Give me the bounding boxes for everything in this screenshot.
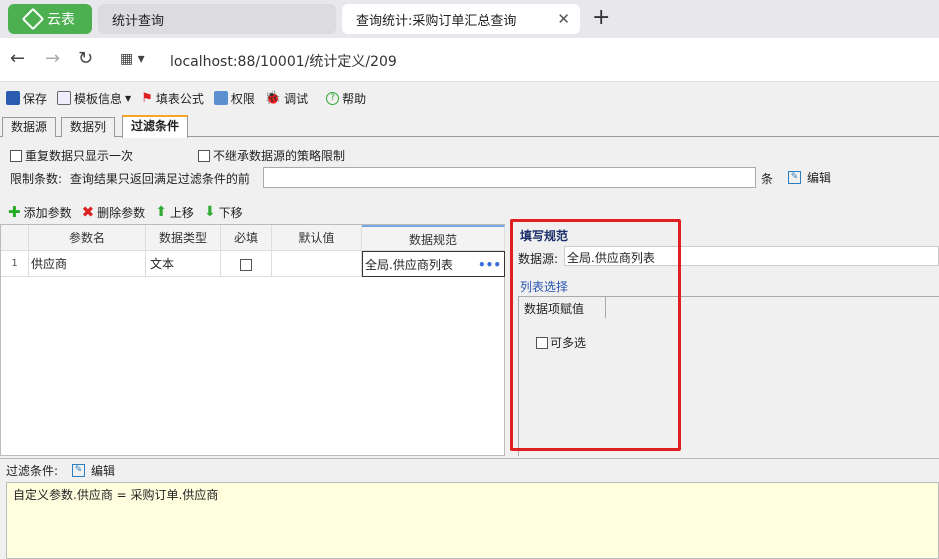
new-tab-button[interactable]: + — [592, 5, 610, 30]
reload-icon[interactable]: ↻ — [78, 48, 93, 69]
cell-required[interactable] — [221, 251, 272, 277]
formula-label: 填表公式 — [155, 91, 204, 106]
arrow-up-icon: ⬆ — [155, 204, 167, 220]
tab-filter[interactable]: 过滤条件 — [122, 115, 189, 138]
browser-tab-stats-query[interactable]: 统计查询 — [98, 4, 336, 34]
limit-unit: 条 — [761, 172, 774, 186]
limit-edit-label: 编辑 — [807, 171, 832, 185]
filter-header: 过滤条件: ✎ 编辑 — [0, 458, 939, 482]
col-header-type[interactable]: 数据类型 — [146, 225, 221, 251]
no-inherit-label: 不继承数据源的策略限制 — [213, 149, 346, 163]
data-spec-value: 全局.供应商列表 — [365, 258, 453, 272]
move-down-button[interactable]: ⬇ 下移 — [204, 204, 243, 221]
app-logo-icon — [21, 7, 45, 31]
template-icon — [57, 91, 72, 105]
help-icon: ? — [326, 91, 340, 105]
help-label: 帮助 — [342, 91, 367, 106]
col-header-default[interactable]: 默认值 — [272, 225, 362, 251]
limit-label-text: 限制条数: — [10, 172, 63, 186]
show-once-option[interactable]: 重复数据只显示一次 — [10, 147, 133, 164]
cell-data-spec[interactable]: 全局.供应商列表 ••• — [362, 251, 505, 277]
edit-icon: ✎ — [72, 464, 86, 477]
limit-label: 限制条数: 查询结果只返回满足过滤条件的前 — [10, 170, 250, 187]
col-header-spec[interactable]: 数据规范 — [362, 225, 505, 251]
save-label: 保存 — [23, 91, 48, 106]
filter-edit-button[interactable]: ✎ 编辑 — [72, 462, 115, 479]
move-up-button[interactable]: ⬆ 上移 — [155, 204, 194, 221]
app-button-label: 云表 — [47, 12, 75, 28]
limit-edit-button[interactable]: ✎ 编辑 — [788, 169, 831, 186]
bug-icon: 🐞 — [264, 90, 282, 106]
arrow-down-icon: ⬇ — [203, 204, 216, 220]
filter-label: 过滤条件: — [6, 464, 59, 478]
show-once-label: 重复数据只显示一次 — [25, 149, 134, 163]
row-index: 1 — [1, 251, 29, 277]
limit-input[interactable] — [263, 167, 756, 188]
no-inherit-checkbox[interactable] — [198, 149, 210, 162]
debug-label: 调试 — [284, 91, 309, 106]
template-info-button[interactable]: 模板信息 ▼ — [57, 90, 131, 107]
col-header-required[interactable]: 必填 — [221, 225, 272, 251]
cell-data-type[interactable]: 文本 — [146, 251, 221, 277]
delete-icon: ✖ — [81, 203, 95, 221]
debug-button[interactable]: 🐞 调试 — [265, 90, 308, 107]
apps-grid-icon[interactable]: ▦ ▾ — [120, 51, 145, 67]
show-once-checkbox[interactable] — [10, 149, 22, 162]
forward-icon[interactable]: → — [45, 48, 60, 69]
browser-tab-purchase-summary[interactable]: 查询统计:采购订单汇总查询 ✕ — [342, 4, 580, 34]
filter-edit-label: 编辑 — [91, 464, 116, 478]
help-button[interactable]: ? 帮助 — [326, 90, 366, 107]
close-tab-icon[interactable]: ✕ — [557, 10, 570, 28]
no-inherit-option[interactable]: 不继承数据源的策略限制 — [198, 147, 345, 164]
grid-corner — [1, 225, 29, 251]
plus-icon: ✚ — [8, 203, 21, 221]
url-field[interactable]: localhost:88/10001/统计定义/209 — [170, 51, 397, 71]
col-header-name[interactable]: 参数名 — [29, 225, 146, 251]
tab-datasource[interactable]: 数据源 — [2, 117, 57, 137]
permission-label: 权限 — [230, 91, 255, 106]
main-toolbar: 保存 模板信息 ▼ ⚑ 填表公式 权限 🐞 调试 ? 帮助 — [0, 85, 939, 111]
add-param-label: 添加参数 — [23, 205, 72, 220]
app-button[interactable]: 云表 — [8, 4, 92, 34]
save-button[interactable]: 保存 — [6, 90, 47, 107]
delete-param-label: 删除参数 — [97, 205, 146, 220]
permission-button[interactable]: 权限 — [213, 90, 255, 107]
tab-label: 查询统计:采购订单汇总查询 — [356, 13, 517, 29]
flag-icon: ⚑ — [141, 90, 153, 106]
delete-param-button[interactable]: ✖ 删除参数 — [82, 203, 146, 221]
cell-default[interactable] — [272, 251, 362, 277]
param-toolbar: ✚ 添加参数 ✖ 删除参数 ⬆ 上移 ⬇ 下移 — [8, 203, 243, 221]
limit-desc-text: 查询结果只返回满足过滤条件的前 — [69, 172, 250, 186]
highlight-box — [510, 219, 681, 451]
move-down-label: 下移 — [218, 205, 243, 220]
formula-button[interactable]: ⚑ 填表公式 — [141, 90, 204, 107]
chevron-down-icon: ▼ — [125, 93, 132, 103]
param-grid: 参数名 数据类型 必填 默认值 数据规范 1 供应商 文本 全局.供应商列表 •… — [0, 224, 505, 456]
template-label: 模板信息 — [74, 91, 123, 106]
page-tabs: 数据源 数据列 过滤条件 — [0, 115, 939, 138]
tab-label: 统计查询 — [112, 13, 165, 29]
back-icon[interactable]: ← — [10, 48, 25, 69]
browser-tab-strip: 云表 统计查询 查询统计:采购订单汇总查询 ✕ + — [0, 0, 939, 38]
address-bar: ← → ↻ ▦ ▾ localhost:88/10001/统计定义/209 — [0, 38, 939, 82]
permission-icon — [213, 91, 228, 105]
tab-columns[interactable]: 数据列 — [61, 117, 116, 137]
add-param-button[interactable]: ✚ 添加参数 — [8, 203, 72, 221]
move-up-label: 上移 — [169, 205, 194, 220]
more-icon[interactable]: ••• — [478, 252, 501, 278]
cell-param-name[interactable]: 供应商 — [29, 251, 146, 277]
filter-expression[interactable]: 自定义参数.供应商 = 采购订单.供应商 — [6, 482, 939, 559]
required-checkbox[interactable] — [240, 258, 252, 271]
edit-icon: ✎ — [788, 171, 801, 184]
floppy-icon — [6, 91, 20, 105]
